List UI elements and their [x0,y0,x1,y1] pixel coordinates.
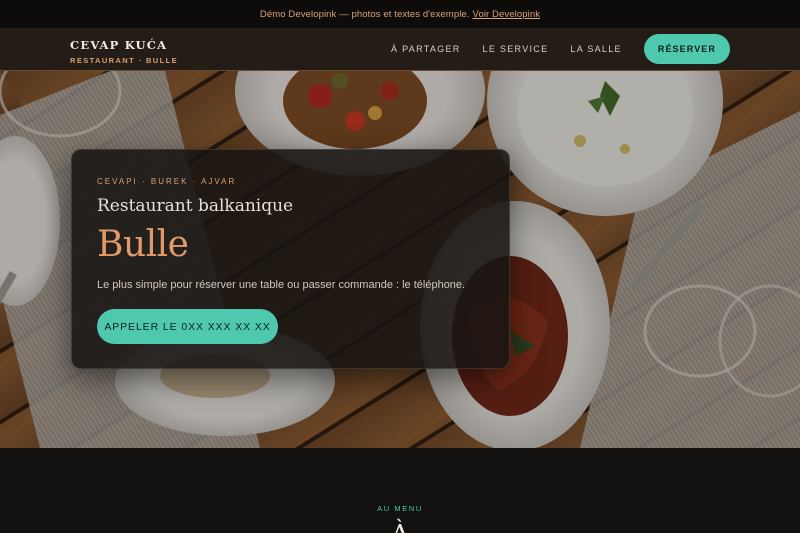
nav-item-a-partager[interactable]: À PARTAGER [391,44,461,54]
menu-heading: À [0,522,800,533]
hero-description: Le plus simple pour réserver une table o… [97,279,466,291]
brand-logo[interactable]: CEVAP KUĆA RESTAURANT · BULLE [70,38,178,65]
demo-banner: Démo Developink — photos et textes d'exe… [0,0,800,28]
main-nav: À PARTAGER LE SERVICE LA SALLE RÉSERVER [391,34,730,64]
developink-link[interactable]: Voir Developink [473,9,541,20]
hero-eyebrow: CEVAPI · BUREK · AJVAR [97,177,237,186]
menu-section: AU MENU À [0,448,800,533]
nav-item-la-salle[interactable]: LA SALLE [570,44,621,54]
nav-item-le-service[interactable]: LE SERVICE [483,44,549,54]
hero-title: Bulle [97,224,189,265]
hero-section: CEVAPI · BUREK · AJVAR Restaurant balkan… [0,71,800,448]
reserve-button[interactable]: RÉSERVER [643,34,730,64]
demo-banner-text: Démo Developink — photos et textes d'exe… [259,8,470,20]
brand-name: CEVAP KUĆA [70,38,168,52]
menu-eyebrow: AU MENU [377,504,423,513]
brand-subtitle: RESTAURANT · BULLE [70,56,178,65]
hero-card: CEVAPI · BUREK · AJVAR Restaurant balkan… [71,149,510,369]
hero-subtitle: Restaurant balkanique [97,196,294,216]
call-button[interactable]: APPELER LE 0XX XXX XX XX [97,309,278,344]
site-header: CEVAP KUĆA RESTAURANT · BULLE À PARTAGER… [0,28,800,71]
